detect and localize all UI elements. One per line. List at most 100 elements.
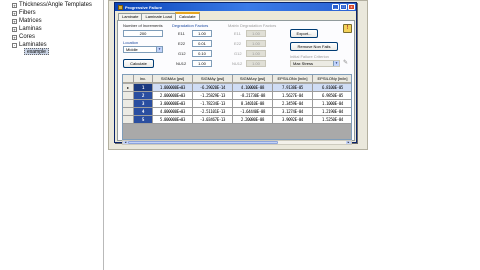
expand-icon[interactable]: + xyxy=(12,26,17,32)
g12-label: G12 xyxy=(178,51,186,56)
table-cell[interactable]: 3.1274E-04 xyxy=(273,108,313,116)
table-cell[interactable]: 4.000000E+03 xyxy=(153,108,193,116)
table-cell[interactable]: 8.34010E-08 xyxy=(233,100,273,108)
table-cell[interactable]: 7.9138E-05 xyxy=(273,84,313,92)
expand-icon[interactable]: + xyxy=(12,2,17,8)
progressive-failure-window: Progressive Failure _ □ x Laminate Lamin… xyxy=(114,2,357,145)
expand-icon[interactable]: + xyxy=(12,10,17,16)
table-cell[interactable]: -1.25829E-13 xyxy=(193,92,233,100)
row-header[interactable] xyxy=(123,108,134,116)
table-row[interactable]: 4 4.000000E+03 -2.51101E-13 -1.64440E-08… xyxy=(123,108,351,116)
increments-label: Number of Increments xyxy=(123,23,163,28)
table-row[interactable]: 2 2.000000E+03 -1.25829E-13 -8.21730E-08… xyxy=(123,92,351,100)
column-header[interactable]: EPSILONx [in/in] xyxy=(273,75,313,83)
title-bar[interactable]: Progressive Failure _ □ x xyxy=(115,3,356,11)
table-cell[interactable]: 3 xyxy=(134,100,153,108)
table-row[interactable]: 5 5.000000E+03 -3.03467E-13 2.20080E-08 … xyxy=(123,116,351,124)
chevron-down-icon[interactable]: ▼ xyxy=(333,61,339,66)
scroll-right-icon[interactable]: ▸ xyxy=(346,141,351,144)
table-cell[interactable]: 4 xyxy=(134,108,153,116)
row-header-corner xyxy=(123,75,134,83)
degradation-factors-label: Degradation Factors xyxy=(172,23,209,28)
matrix-e22-label: E22 xyxy=(234,41,242,46)
row-header[interactable] xyxy=(123,100,134,108)
export-button[interactable]: Export... xyxy=(290,29,318,38)
table-cell[interactable]: -3.03467E-13 xyxy=(193,116,233,124)
horizontal-scrollbar[interactable]: ◂ ▸ xyxy=(122,140,352,145)
expand-icon[interactable]: + xyxy=(12,18,17,24)
tree-item-example[interactable]: example xyxy=(24,48,49,55)
table-cell[interactable]: 5.000000E+03 xyxy=(153,116,193,124)
nu12-input[interactable]: 1.00 xyxy=(192,60,212,67)
table-cell[interactable]: 1.5250E-04 xyxy=(313,116,351,124)
table-row[interactable]: ▸ 1 1.000000E+03 -6.29020E-14 4.10000E-0… xyxy=(123,84,351,92)
chevron-down-icon[interactable]: ▼ xyxy=(156,47,162,52)
column-header[interactable]: EPSILONy [in/in] xyxy=(313,75,351,83)
table-cell[interactable]: 1 xyxy=(134,84,153,92)
table-cell[interactable]: -6.29020E-14 xyxy=(193,84,233,92)
matrix-nu12-input[interactable]: 1.00 xyxy=(246,60,266,67)
table-cell[interactable]: 2 xyxy=(134,92,153,100)
table-cell[interactable]: -1.64440E-08 xyxy=(233,108,273,116)
table-cell[interactable]: 6.9850E-05 xyxy=(313,92,351,100)
table-cell[interactable]: -1.78234E-13 xyxy=(193,100,233,108)
e11-input[interactable]: 1.00 xyxy=(192,30,212,37)
table-row[interactable]: 3 3.000000E+03 -1.78234E-13 8.34010E-08 … xyxy=(123,100,351,108)
location-select[interactable]: Middle ▼ xyxy=(123,46,163,53)
tree-item-templates[interactable]: + Thickness/Angle Templates xyxy=(12,1,92,9)
g12-input[interactable]: 0.10 xyxy=(192,50,212,57)
collapse-icon[interactable]: - xyxy=(12,42,17,48)
table-cell[interactable]: 1.2190E-04 xyxy=(313,108,351,116)
tree-item-cores[interactable]: + Cores xyxy=(12,33,35,41)
pencil-icon[interactable]: ✎ xyxy=(343,60,350,67)
matrix-e11-input[interactable]: 1.00 xyxy=(246,30,266,37)
table-cell[interactable]: 2.000000E+03 xyxy=(153,92,193,100)
calculate-button[interactable]: Calculate xyxy=(123,59,154,68)
current-row-icon: ▸ xyxy=(123,84,134,92)
table-cell[interactable]: 1.000000E+03 xyxy=(153,84,193,92)
table-cell[interactable]: 2.20080E-08 xyxy=(233,116,273,124)
help-icon[interactable]: ! xyxy=(343,24,352,33)
matrix-g12-label: G12 xyxy=(234,51,242,56)
table-cell[interactable]: 1.1000E-04 xyxy=(313,100,351,108)
table-cell[interactable]: 6.8100E-05 xyxy=(313,84,351,92)
maximize-button[interactable]: □ xyxy=(340,4,347,10)
table-cell[interactable]: 2.3459E-04 xyxy=(273,100,313,108)
criterion-select[interactable]: Max Stress ▼ xyxy=(290,60,340,67)
matrix-e11-label: E11 xyxy=(234,31,241,36)
table-cell[interactable]: 4.10000E-08 xyxy=(233,84,273,92)
column-header[interactable]: SIGMAx [psi] xyxy=(153,75,193,83)
tree-item-label: Cores xyxy=(19,34,36,40)
table-cell[interactable]: 5 xyxy=(134,116,153,124)
matrix-nu12-label: NU12 xyxy=(232,61,243,66)
tab-calculate[interactable]: Calculate xyxy=(174,12,200,20)
tree-item-fibers[interactable]: + Fibers xyxy=(12,9,36,17)
table-cell[interactable]: 3.000000E+03 xyxy=(153,100,193,108)
close-button[interactable]: x xyxy=(348,4,355,10)
table-cell[interactable]: -2.51101E-13 xyxy=(193,108,233,116)
tree-item-laminas[interactable]: + Laminas xyxy=(12,25,42,33)
e22-input[interactable]: 0.01 xyxy=(192,40,212,47)
increments-input[interactable]: 200 xyxy=(123,30,163,37)
tab-laminate[interactable]: Laminate xyxy=(118,13,143,20)
remove-non-fails-button[interactable]: Remove Non Fails xyxy=(290,42,338,51)
scrollbar-thumb[interactable] xyxy=(128,141,278,144)
column-header[interactable]: SIGMAy [psi] xyxy=(193,75,233,83)
window-controls: _ □ x xyxy=(331,4,355,10)
row-header[interactable] xyxy=(123,92,134,100)
column-header[interactable]: SIGMAxy [psi] xyxy=(233,75,273,83)
expand-icon[interactable]: + xyxy=(12,34,17,40)
table-cell[interactable]: 3.9092E-04 xyxy=(273,116,313,124)
column-header[interactable]: Inc. xyxy=(134,75,153,83)
minimize-button[interactable]: _ xyxy=(332,4,339,10)
tree-item-matrices[interactable]: + Matrices xyxy=(12,17,42,25)
grid-header-row: Inc. SIGMAx [psi] SIGMAy [psi] SIGMAxy [… xyxy=(123,75,351,83)
table-cell[interactable]: 1.5627E-04 xyxy=(273,92,313,100)
tab-laminate-load[interactable]: Laminate Load xyxy=(141,13,176,20)
matrix-e22-input[interactable]: 1.00 xyxy=(246,40,266,47)
table-cell[interactable]: -8.21730E-08 xyxy=(233,92,273,100)
nu12-label: NU12 xyxy=(176,61,187,66)
tree-item-label: Thickness/Angle Templates xyxy=(19,2,92,8)
row-header[interactable] xyxy=(123,116,134,124)
matrix-g12-input[interactable]: 1.00 xyxy=(246,50,266,57)
